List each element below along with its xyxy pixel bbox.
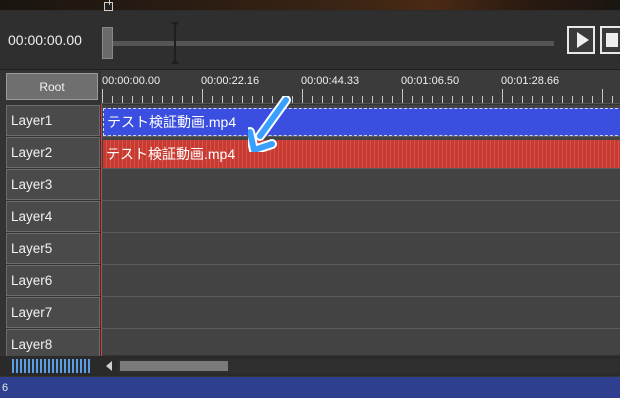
ruler-tick	[102, 89, 103, 103]
ruler-tick	[162, 96, 163, 103]
playhead[interactable]	[101, 104, 102, 358]
ruler-tick	[172, 96, 173, 103]
ruler-tick	[372, 96, 373, 103]
ruler-tick	[392, 96, 393, 103]
stop-button[interactable]	[600, 26, 620, 54]
scrollbar-thumb[interactable]	[120, 361, 228, 371]
zoom-slider[interactable]	[12, 359, 92, 373]
ruler-tick	[202, 89, 203, 103]
annotation-arrow-icon	[248, 96, 291, 152]
track-row[interactable]	[101, 297, 620, 329]
video-clip[interactable]: テスト検証動画.mp4	[103, 108, 620, 136]
track-area[interactable]: テスト検証動画.mp4 テスト検証動画.mp4	[101, 105, 620, 355]
play-icon	[576, 32, 589, 48]
track-row[interactable]	[101, 201, 620, 233]
ruler-tick	[592, 96, 593, 103]
ruler-tick	[542, 96, 543, 103]
layer-label-1[interactable]: Layer1	[6, 105, 100, 136]
ruler-tick	[562, 96, 563, 103]
status-text: 6	[2, 381, 9, 394]
play-button[interactable]	[567, 26, 595, 54]
ruler-tick	[302, 89, 303, 103]
audio-clip[interactable]: テスト検証動画.mp4	[103, 140, 620, 168]
ruler-tick	[422, 96, 423, 103]
ruler-tick	[222, 96, 223, 103]
stop-icon	[606, 33, 618, 47]
track-row[interactable]	[101, 265, 620, 297]
ruler-tick	[132, 96, 133, 103]
status-bar: 6	[0, 377, 620, 398]
ruler-tick	[322, 96, 323, 103]
ruler-tick	[192, 96, 193, 103]
ruler-tick	[442, 96, 443, 103]
ruler-tick	[122, 96, 123, 103]
ruler-tick	[152, 96, 153, 103]
ruler-tick	[512, 96, 513, 103]
preview-handle[interactable]	[104, 0, 113, 11]
ruler-tick	[402, 89, 403, 103]
ruler-tick	[492, 96, 493, 103]
ruler-label: 00:01:06.50	[401, 75, 460, 87]
ruler-tick	[382, 96, 383, 103]
transport-bar: 00:00:00.00	[0, 11, 620, 70]
ruler-tick	[182, 96, 183, 103]
ruler-label: 00:00:22.16	[201, 75, 260, 87]
ruler-tick	[452, 96, 453, 103]
ruler-tick	[342, 96, 343, 103]
ruler-tick	[312, 96, 313, 103]
scroll-left-icon[interactable]	[106, 361, 112, 371]
ruler-tick	[432, 96, 433, 103]
layer-label-2[interactable]: Layer2	[6, 137, 100, 168]
ruler-tick	[612, 96, 613, 103]
ruler-tick	[482, 96, 483, 103]
layer-label-3[interactable]: Layer3	[6, 169, 100, 200]
ruler-tick	[142, 96, 143, 103]
track-row[interactable]	[101, 169, 620, 201]
track-row[interactable]	[101, 233, 620, 265]
ruler-tick	[602, 89, 603, 103]
layer-label-5[interactable]: Layer5	[6, 233, 100, 264]
ruler-label: 00:00:44.33	[301, 75, 360, 87]
ruler-tick	[412, 96, 413, 103]
ruler-tick	[582, 96, 583, 103]
ruler-tick	[552, 96, 553, 103]
ruler-tick	[112, 96, 113, 103]
ruler-label: 00:01:28.66	[501, 75, 560, 87]
ruler-label: 00:00:00.00	[102, 75, 161, 87]
ruler-tick	[242, 96, 243, 103]
track-row[interactable]	[101, 329, 620, 355]
seek-bar[interactable]	[104, 41, 554, 46]
video-preview	[0, 0, 620, 11]
ruler-tick	[532, 96, 533, 103]
ruler-tick	[362, 96, 363, 103]
ruler-tick	[212, 96, 213, 103]
layer-label-7[interactable]: Layer7	[6, 297, 100, 328]
current-time-display: 00:00:00.00	[8, 32, 82, 48]
ruler-tick	[332, 96, 333, 103]
ruler-tick	[502, 89, 503, 103]
seek-thumb[interactable]	[102, 27, 113, 59]
timeline-panel: Root 00:00:00.00 00:00:22.16 00:00:44.33…	[0, 70, 620, 378]
root-button[interactable]: Root	[6, 73, 98, 100]
layer-label-4[interactable]: Layer4	[6, 201, 100, 232]
ruler-tick	[352, 96, 353, 103]
ruler-tick	[522, 96, 523, 103]
ruler-tick	[472, 96, 473, 103]
ruler-tick	[572, 96, 573, 103]
ruler-tick	[232, 96, 233, 103]
ruler-tick	[462, 96, 463, 103]
layer-label-6[interactable]: Layer6	[6, 265, 100, 296]
seek-marker[interactable]	[171, 22, 179, 64]
time-ruler[interactable]: 00:00:00.00 00:00:22.16 00:00:44.33 00:0…	[101, 70, 620, 104]
